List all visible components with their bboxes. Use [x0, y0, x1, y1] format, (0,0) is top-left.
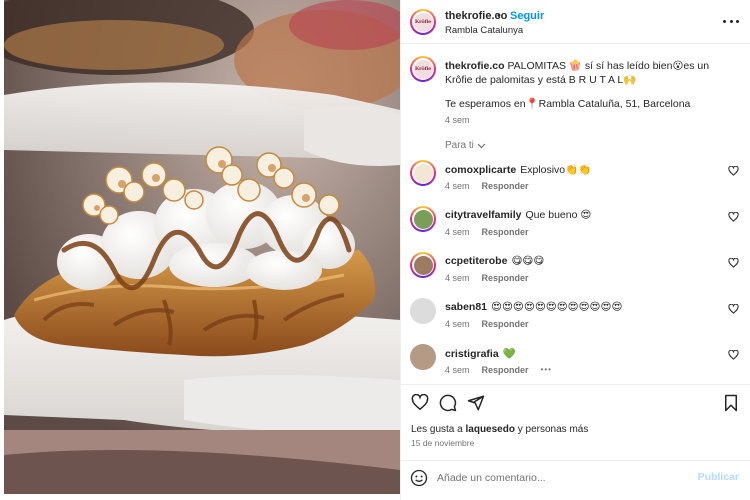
comment-line: saben81 😍😍😍😍😍😍😍😍😍😍😍😍 — [445, 301, 622, 313]
heart-icon[interactable] — [728, 212, 739, 222]
comment-avatar[interactable] — [410, 344, 436, 370]
comment-item: saben81 😍😍😍😍😍😍😍😍😍😍😍😍 4 sem Responder — [401, 298, 750, 344]
caption-username[interactable]: thekrofie.co — [445, 60, 505, 72]
comment-username[interactable]: ccpetiterobe — [445, 255, 507, 267]
comment-meta: 4 sem Responder ••• — [445, 365, 552, 375]
caption: thekrofie.co PALOMITAS 🍿 sí sí has leído… — [445, 59, 735, 87]
reply-button[interactable]: Responder — [482, 181, 529, 191]
translation-toggle[interactable]: Para ti — [445, 140, 486, 151]
comment-time[interactable]: 4 sem — [445, 319, 470, 329]
comment-username[interactable]: cristigrafia — [445, 348, 499, 360]
separator-dot: • — [497, 10, 501, 22]
translation-label: Para ti — [445, 140, 474, 151]
comment-input[interactable] — [437, 469, 677, 487]
emoji-icon[interactable] — [410, 469, 428, 487]
comment-meta: 4 sem Responder — [445, 227, 529, 237]
comment-line: citytravelfamily Que bueno 😍 — [445, 209, 591, 221]
comment-avatar[interactable] — [410, 160, 436, 186]
share-icon[interactable] — [467, 394, 485, 412]
comment-text: Explosivo👏👏 — [520, 164, 592, 176]
instagram-post-view: Krôfie thekrofie.co • Seguir Rambla Cata… — [0, 0, 750, 500]
comment-icon[interactable] — [439, 394, 457, 412]
comment-line: cristigrafia 💚 — [445, 347, 516, 360]
heart-icon[interactable] — [411, 394, 429, 411]
comment-line: comoxplicarte Explosivo👏👏 — [445, 163, 591, 176]
comment-text: 😋😋😋 — [511, 255, 545, 267]
comment-line: ccpetiterobe 😋😋😋 — [445, 255, 544, 267]
comment-time[interactable]: 4 sem — [445, 181, 470, 191]
likes-user[interactable]: laquesedo — [466, 424, 515, 435]
comment-username[interactable]: comoxplicarte — [445, 164, 516, 176]
comment-avatar[interactable] — [410, 252, 436, 278]
bookmark-icon[interactable] — [723, 394, 739, 412]
caption-address-line: Te esperamos en📍Rambla Cataluña, 51, Bar… — [445, 98, 691, 110]
add-comment-bar: Publicar — [401, 460, 750, 494]
heart-icon[interactable] — [728, 258, 739, 268]
comment-item: comoxplicarte Explosivo👏👏 4 sem Responder — [401, 160, 750, 206]
comment-time[interactable]: 4 sem — [445, 227, 470, 237]
comment-username[interactable]: citytravelfamily — [445, 209, 521, 221]
comment-item: citytravelfamily Que bueno 😍 4 sem Respon… — [401, 206, 750, 252]
comment-meta: 4 sem Responder — [445, 181, 529, 191]
comment-avatar[interactable] — [410, 206, 436, 232]
caption-avatar-logo: Krôfie — [413, 59, 433, 79]
post-header: Krôfie thekrofie.co • Seguir Rambla Cata… — [401, 0, 750, 44]
reply-button[interactable]: Responder — [482, 365, 529, 375]
reply-button[interactable]: Responder — [482, 227, 529, 237]
comment-username[interactable]: saben81 — [445, 301, 487, 313]
caption-avatar[interactable]: Krôfie — [410, 56, 436, 82]
heart-icon[interactable] — [728, 166, 739, 176]
comment-meta: 4 sem Responder — [445, 273, 529, 283]
follow-button[interactable]: Seguir — [510, 10, 544, 22]
post-side-panel: Krôfie thekrofie.co • Seguir Rambla Cata… — [400, 0, 750, 500]
post-photo[interactable] — [4, 0, 400, 494]
author-avatar[interactable]: Krôfie — [410, 9, 436, 35]
likes-suffix[interactable]: y personas más — [518, 424, 589, 435]
comment-avatar[interactable] — [410, 298, 436, 324]
likes-prefix: Les gusta a — [411, 424, 463, 435]
reply-button[interactable]: Responder — [482, 319, 529, 329]
comment-text: 😍😍😍😍😍😍😍😍😍😍😍😍 — [491, 301, 623, 313]
chevron-down-icon — [477, 143, 486, 148]
reply-button[interactable]: Responder — [482, 273, 529, 283]
more-options-icon[interactable] — [723, 14, 739, 28]
likes-summary: Les gusta a laquesedo y personas más — [411, 424, 588, 435]
comment-time[interactable]: 4 sem — [445, 365, 470, 375]
publish-button[interactable]: Publicar — [698, 471, 739, 483]
comment-text: Que bueno 😍 — [525, 209, 592, 221]
post-location[interactable]: Rambla Catalunya — [445, 25, 523, 36]
comment-item: ccpetiterobe 😋😋😋 4 sem Responder — [401, 252, 750, 298]
comment-text: 💚 — [502, 348, 516, 360]
heart-icon[interactable] — [728, 304, 739, 314]
comment-meta: 4 sem Responder — [445, 319, 529, 329]
comment-more-icon[interactable]: ••• — [541, 365, 552, 375]
caption-time[interactable]: 4 sem — [445, 115, 470, 125]
action-bar: Les gusta a laquesedo y personas más 15 … — [401, 384, 750, 464]
author-avatar-logo: Krôfie — [413, 12, 433, 32]
comment-time[interactable]: 4 sem — [445, 273, 470, 283]
krofie-popcorn-image — [4, 0, 400, 494]
post-date[interactable]: 15 de noviembre — [411, 438, 474, 448]
heart-icon[interactable] — [728, 350, 739, 360]
